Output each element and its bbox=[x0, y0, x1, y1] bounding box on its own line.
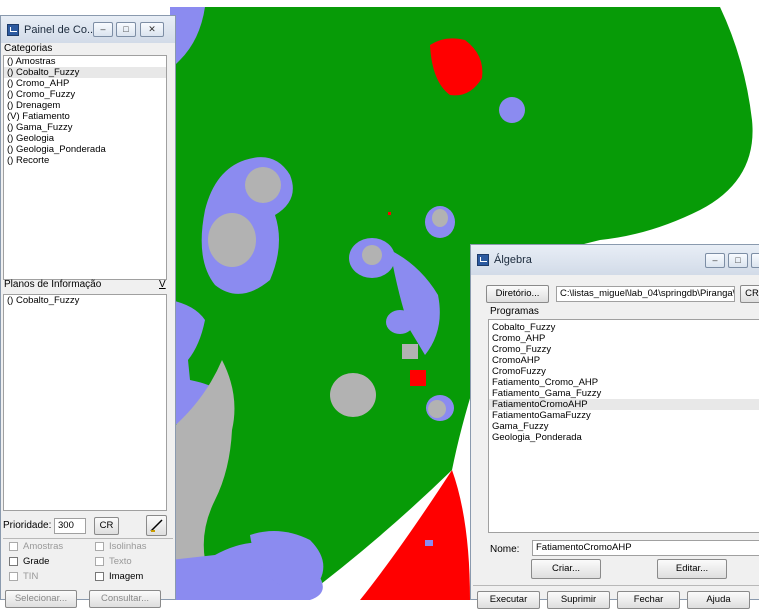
algebra-title: Álgebra bbox=[494, 254, 532, 266]
criar-button[interactable]: Criar... bbox=[531, 559, 601, 579]
minimize-button[interactable]: – bbox=[705, 253, 725, 268]
planos-v-toggle[interactable]: V bbox=[159, 279, 166, 290]
selecionar-button[interactable]: Selecionar... bbox=[5, 590, 77, 608]
panel-cr-button[interactable]: CR bbox=[94, 517, 119, 535]
amostras-label: Amostras bbox=[23, 541, 64, 552]
plano-item[interactable]: () Cobalto_Fuzzy bbox=[4, 295, 166, 306]
diretorio-path-field[interactable]: C:\listas_miguel\lab_04\springdb\Piranga… bbox=[556, 286, 735, 302]
planos-list[interactable]: () Cobalto_Fuzzy bbox=[3, 294, 167, 511]
algebra-separator bbox=[473, 585, 759, 586]
grade-checkbox[interactable]: Grade bbox=[9, 556, 49, 567]
minimize-button[interactable]: – bbox=[93, 22, 113, 37]
programa-item[interactable]: Fatiamento_Cromo_AHP bbox=[489, 377, 759, 388]
categoria-item[interactable]: () Cobalto_Fuzzy bbox=[4, 67, 166, 78]
prioridade-input[interactable]: 300 bbox=[54, 518, 86, 534]
map-red-region bbox=[388, 212, 391, 215]
checkbox-box bbox=[95, 572, 104, 581]
tin-label: TIN bbox=[23, 571, 39, 582]
pencil-button[interactable] bbox=[146, 515, 167, 536]
nome-input[interactable]: FatiamentoCromoAHP bbox=[532, 540, 759, 556]
app-icon bbox=[7, 23, 19, 36]
close-button[interactable]: ✕ bbox=[140, 22, 164, 37]
categoria-item[interactable]: (V) Fatiamento bbox=[4, 111, 166, 122]
imagem-checkbox[interactable]: Imagem bbox=[95, 571, 143, 582]
editar-button[interactable]: Editar... bbox=[657, 559, 727, 579]
categoria-item[interactable]: () Recorte bbox=[4, 155, 166, 166]
checkbox-box bbox=[95, 557, 104, 566]
control-panel-window: Painel de Co... – □ ✕ Categorias () Amos… bbox=[0, 15, 176, 608]
map-gray-region bbox=[428, 400, 446, 418]
categoria-item[interactable]: () Geologia bbox=[4, 133, 166, 144]
close-button[interactable] bbox=[751, 253, 759, 268]
isolinhas-label: Isolinhas bbox=[109, 541, 147, 552]
map-gray-region bbox=[245, 167, 281, 203]
categoria-item[interactable]: () Cromo_AHP bbox=[4, 78, 166, 89]
consultar-button[interactable]: Consultar... bbox=[89, 590, 161, 608]
map-blue-region bbox=[386, 310, 414, 334]
grade-label: Grade bbox=[23, 556, 50, 567]
planos-label: Planos de Informação bbox=[4, 279, 102, 290]
panel-title: Painel de Co... bbox=[24, 23, 97, 36]
executar-button[interactable]: Executar bbox=[477, 591, 540, 609]
programa-item[interactable]: Fatiamento_Gama_Fuzzy bbox=[489, 388, 759, 399]
programas-list[interactable]: Cobalto_Fuzzy Cromo_AHP Cromo_Fuzzy CromoAH… bbox=[488, 319, 759, 533]
programa-item[interactable]: Gama_Fuzzy bbox=[489, 421, 759, 432]
categorias-list[interactable]: () Amostras() Cobalto_Fuzzy() Cromo_AHP(… bbox=[3, 55, 167, 280]
categoria-item[interactable]: () Amostras bbox=[4, 56, 166, 67]
categoria-item[interactable]: () Drenagem bbox=[4, 100, 166, 111]
categoria-item[interactable]: () Geologia_Ponderada bbox=[4, 144, 166, 155]
map-red-region bbox=[410, 370, 426, 386]
programa-item[interactable]: CromoAHP bbox=[489, 355, 759, 366]
programa-item[interactable]: CromoFuzzy bbox=[489, 366, 759, 377]
programa-item[interactable]: FatiamentoGamaFuzzy bbox=[489, 410, 759, 421]
checkbox-box bbox=[9, 572, 18, 581]
isolinhas-checkbox[interactable]: Isolinhas bbox=[95, 541, 147, 552]
pencil-icon bbox=[150, 519, 163, 532]
map-gray-region bbox=[402, 344, 418, 359]
map-blue-region bbox=[425, 540, 433, 546]
map-blue-region bbox=[499, 97, 525, 123]
app-icon bbox=[477, 254, 489, 266]
programa-item[interactable]: FatiamentoCromoAHP bbox=[489, 399, 759, 410]
programa-item[interactable]: Cromo_Fuzzy bbox=[489, 344, 759, 355]
programa-item[interactable]: Cromo_AHP bbox=[489, 333, 759, 344]
texto-label: Texto bbox=[109, 556, 132, 567]
imagem-label: Imagem bbox=[109, 571, 144, 582]
tin-checkbox[interactable]: TIN bbox=[9, 571, 38, 582]
fechar-button[interactable]: Fechar bbox=[617, 591, 680, 609]
maximize-button[interactable]: □ bbox=[116, 22, 136, 37]
algebra-window: Álgebra – □ Diretório... C:\listas_migue… bbox=[470, 244, 759, 609]
diretorio-button[interactable]: Diretório... bbox=[486, 285, 549, 303]
map-gray-region bbox=[362, 245, 382, 265]
panel-separator bbox=[3, 538, 173, 539]
suprimir-button[interactable]: Suprimir bbox=[547, 591, 610, 609]
prioridade-label: Prioridade: bbox=[3, 520, 52, 531]
programas-label: Programas bbox=[490, 306, 539, 317]
amostras-checkbox[interactable]: Amostras bbox=[9, 541, 63, 552]
checkbox-box bbox=[95, 542, 104, 551]
texto-checkbox[interactable]: Texto bbox=[95, 556, 132, 567]
maximize-button[interactable]: □ bbox=[728, 253, 748, 268]
programa-item[interactable]: Geologia_Ponderada bbox=[489, 432, 759, 443]
checkbox-box bbox=[9, 542, 18, 551]
ajuda-button[interactable]: Ajuda bbox=[687, 591, 750, 609]
algebra-cr-button[interactable]: CR bbox=[740, 285, 759, 303]
categoria-item[interactable]: () Gama_Fuzzy bbox=[4, 122, 166, 133]
categorias-label: Categorias bbox=[4, 43, 53, 54]
checkbox-box bbox=[9, 557, 18, 566]
nome-label: Nome: bbox=[490, 544, 520, 555]
categoria-item[interactable]: () Cromo_Fuzzy bbox=[4, 89, 166, 100]
map-gray-region bbox=[208, 213, 256, 267]
map-gray-region bbox=[432, 209, 448, 227]
programa-item[interactable]: Cobalto_Fuzzy bbox=[489, 322, 759, 333]
map-gray-region bbox=[330, 373, 376, 417]
